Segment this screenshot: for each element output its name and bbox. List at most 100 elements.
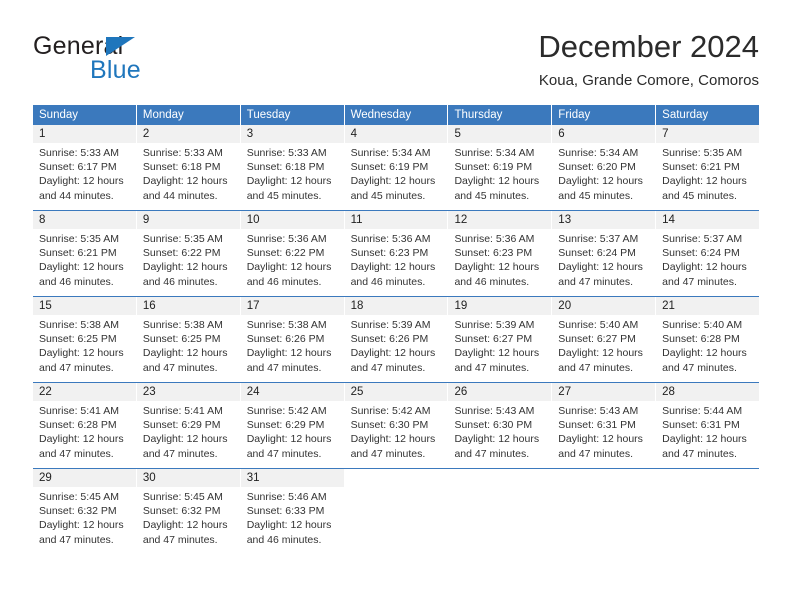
daylight-text-line1: Daylight: 12 hours bbox=[454, 261, 540, 274]
sunrise-text: Sunrise: 5:35 AM bbox=[142, 233, 223, 245]
day-details: Sunrise: 5:34 AM Sunset: 6:19 PM Dayligh… bbox=[448, 143, 551, 203]
daylight-text-line1: Daylight: 12 hours bbox=[142, 175, 228, 188]
daylight-text-line2: and 45 minutes. bbox=[350, 189, 426, 202]
day-number: 8 bbox=[33, 211, 136, 229]
daylight-text-line2: and 47 minutes. bbox=[558, 447, 634, 460]
day-details: Sunrise: 5:46 AM Sunset: 6:33 PM Dayligh… bbox=[241, 487, 344, 547]
day-details: Sunrise: 5:35 AM Sunset: 6:21 PM Dayligh… bbox=[33, 229, 136, 289]
day-cell[interactable]: 13 Sunrise: 5:37 AM Sunset: 6:24 PM Dayl… bbox=[552, 211, 657, 296]
day-details: Sunrise: 5:35 AM Sunset: 6:22 PM Dayligh… bbox=[137, 229, 240, 289]
day-cell[interactable]: 30 Sunrise: 5:45 AM Sunset: 6:32 PM Dayl… bbox=[136, 469, 241, 554]
day-cell[interactable]: 16 Sunrise: 5:38 AM Sunset: 6:25 PM Dayl… bbox=[136, 297, 241, 382]
day-cell[interactable]: 5 Sunrise: 5:34 AM Sunset: 6:19 PM Dayli… bbox=[448, 125, 553, 210]
day-cell[interactable]: 26 Sunrise: 5:43 AM Sunset: 6:30 PM Dayl… bbox=[448, 383, 553, 468]
day-cell[interactable]: 20 Sunrise: 5:40 AM Sunset: 6:27 PM Dayl… bbox=[552, 297, 657, 382]
day-cell[interactable]: 3 Sunrise: 5:33 AM Sunset: 6:18 PM Dayli… bbox=[240, 125, 345, 210]
sunset-text: Sunset: 6:19 PM bbox=[454, 161, 533, 174]
daylight-text-line2: and 47 minutes. bbox=[350, 447, 426, 460]
daylight-text-line2: and 47 minutes. bbox=[246, 361, 322, 374]
day-cell[interactable]: 19 Sunrise: 5:39 AM Sunset: 6:27 PM Dayl… bbox=[448, 297, 553, 382]
calendar-grid: Sunday Monday Tuesday Wednesday Thursday… bbox=[33, 105, 760, 554]
day-cell[interactable]: 25 Sunrise: 5:42 AM Sunset: 6:30 PM Dayl… bbox=[344, 383, 449, 468]
sunrise-text: Sunrise: 5:36 AM bbox=[246, 233, 327, 245]
daylight-text-line2: and 46 minutes. bbox=[39, 275, 114, 288]
day-cell[interactable]: 14 Sunrise: 5:37 AM Sunset: 6:24 PM Dayl… bbox=[656, 211, 760, 296]
general-blue-logo[interactable]: General Blue bbox=[33, 32, 253, 90]
day-details: Sunrise: 5:39 AM Sunset: 6:27 PM Dayligh… bbox=[448, 315, 551, 375]
daylight-text-line2: and 46 minutes. bbox=[454, 275, 530, 288]
daylight-text-line1: Daylight: 12 hours bbox=[39, 261, 124, 274]
day-cell[interactable]: 23 Sunrise: 5:41 AM Sunset: 6:29 PM Dayl… bbox=[136, 383, 241, 468]
sunset-text: Sunset: 6:28 PM bbox=[662, 333, 740, 346]
day-details: Sunrise: 5:37 AM Sunset: 6:24 PM Dayligh… bbox=[552, 229, 655, 289]
day-cell[interactable]: 18 Sunrise: 5:39 AM Sunset: 6:26 PM Dayl… bbox=[344, 297, 449, 382]
sunrise-text: Sunrise: 5:34 AM bbox=[350, 147, 431, 159]
sunset-text: Sunset: 6:22 PM bbox=[246, 247, 325, 260]
day-cell[interactable]: 15 Sunrise: 5:38 AM Sunset: 6:25 PM Dayl… bbox=[33, 297, 137, 382]
weekday-header-thursday: Thursday bbox=[448, 105, 553, 125]
day-number: 24 bbox=[240, 383, 344, 401]
sunset-text: Sunset: 6:25 PM bbox=[142, 333, 221, 346]
daylight-text-line1: Daylight: 12 hours bbox=[350, 261, 436, 274]
sunrise-text: Sunrise: 5:35 AM bbox=[39, 233, 119, 245]
day-cell-empty bbox=[344, 469, 449, 554]
daylight-text-line2: and 45 minutes. bbox=[454, 189, 530, 202]
sunrise-text: Sunrise: 5:38 AM bbox=[246, 319, 327, 331]
day-cell[interactable]: 24 Sunrise: 5:42 AM Sunset: 6:29 PM Dayl… bbox=[240, 383, 345, 468]
day-cell[interactable]: 7 Sunrise: 5:35 AM Sunset: 6:21 PM Dayli… bbox=[656, 125, 760, 210]
sunset-text: Sunset: 6:32 PM bbox=[142, 505, 221, 518]
day-cell[interactable]: 9 Sunrise: 5:35 AM Sunset: 6:22 PM Dayli… bbox=[136, 211, 241, 296]
day-number: 2 bbox=[136, 125, 240, 143]
daylight-text-line1: Daylight: 12 hours bbox=[662, 175, 747, 188]
day-details: Sunrise: 5:41 AM Sunset: 6:29 PM Dayligh… bbox=[137, 401, 240, 461]
day-details: Sunrise: 5:41 AM Sunset: 6:28 PM Dayligh… bbox=[33, 401, 136, 461]
day-cell[interactable]: 2 Sunrise: 5:33 AM Sunset: 6:18 PM Dayli… bbox=[136, 125, 241, 210]
daylight-text-line2: and 46 minutes. bbox=[142, 275, 218, 288]
daylight-text-line2: and 46 minutes. bbox=[246, 275, 322, 288]
day-cell[interactable]: 17 Sunrise: 5:38 AM Sunset: 6:26 PM Dayl… bbox=[240, 297, 345, 382]
day-details: Sunrise: 5:40 AM Sunset: 6:27 PM Dayligh… bbox=[552, 315, 655, 375]
daylight-text-line2: and 47 minutes. bbox=[454, 447, 530, 460]
day-details: Sunrise: 5:43 AM Sunset: 6:30 PM Dayligh… bbox=[448, 401, 551, 461]
day-cell[interactable]: 31 Sunrise: 5:46 AM Sunset: 6:33 PM Dayl… bbox=[240, 469, 345, 554]
sunset-text: Sunset: 6:27 PM bbox=[454, 333, 533, 346]
day-cell[interactable]: 27 Sunrise: 5:43 AM Sunset: 6:31 PM Dayl… bbox=[552, 383, 657, 468]
day-cell[interactable]: 28 Sunrise: 5:44 AM Sunset: 6:31 PM Dayl… bbox=[656, 383, 760, 468]
daylight-text-line2: and 47 minutes. bbox=[350, 361, 426, 374]
day-cell[interactable]: 6 Sunrise: 5:34 AM Sunset: 6:20 PM Dayli… bbox=[552, 125, 657, 210]
day-number: 1 bbox=[33, 125, 136, 143]
daylight-text-line2: and 47 minutes. bbox=[39, 447, 114, 460]
day-cell[interactable]: 22 Sunrise: 5:41 AM Sunset: 6:28 PM Dayl… bbox=[33, 383, 137, 468]
sunrise-text: Sunrise: 5:37 AM bbox=[662, 233, 743, 245]
sunrise-text: Sunrise: 5:42 AM bbox=[246, 405, 327, 417]
daylight-text-line1: Daylight: 12 hours bbox=[39, 347, 124, 360]
daylight-text-line1: Daylight: 12 hours bbox=[246, 433, 332, 446]
sunrise-text: Sunrise: 5:40 AM bbox=[662, 319, 743, 331]
day-cell[interactable]: 10 Sunrise: 5:36 AM Sunset: 6:22 PM Dayl… bbox=[240, 211, 345, 296]
day-cell-empty bbox=[448, 469, 553, 554]
sunset-text: Sunset: 6:28 PM bbox=[39, 419, 117, 432]
day-cell-empty bbox=[552, 469, 657, 554]
daylight-text-line2: and 47 minutes. bbox=[662, 447, 737, 460]
day-cell[interactable]: 21 Sunrise: 5:40 AM Sunset: 6:28 PM Dayl… bbox=[656, 297, 760, 382]
day-cell[interactable]: 29 Sunrise: 5:45 AM Sunset: 6:32 PM Dayl… bbox=[33, 469, 137, 554]
day-cell[interactable]: 11 Sunrise: 5:36 AM Sunset: 6:23 PM Dayl… bbox=[344, 211, 449, 296]
day-cell[interactable]: 12 Sunrise: 5:36 AM Sunset: 6:23 PM Dayl… bbox=[448, 211, 553, 296]
daylight-text-line2: and 45 minutes. bbox=[558, 189, 634, 202]
daylight-text-line2: and 47 minutes. bbox=[39, 533, 114, 546]
day-number bbox=[344, 469, 448, 487]
daylight-text-line2: and 44 minutes. bbox=[142, 189, 218, 202]
day-number: 19 bbox=[448, 297, 552, 315]
sunset-text: Sunset: 6:18 PM bbox=[142, 161, 221, 174]
week-row: 22 Sunrise: 5:41 AM Sunset: 6:28 PM Dayl… bbox=[33, 382, 760, 468]
day-cell[interactable]: 8 Sunrise: 5:35 AM Sunset: 6:21 PM Dayli… bbox=[33, 211, 137, 296]
daylight-text-line1: Daylight: 12 hours bbox=[350, 175, 436, 188]
weekday-header-monday: Monday bbox=[136, 105, 241, 125]
day-cell[interactable]: 4 Sunrise: 5:34 AM Sunset: 6:19 PM Dayli… bbox=[344, 125, 449, 210]
weekday-header-wednesday: Wednesday bbox=[344, 105, 449, 125]
sunrise-text: Sunrise: 5:39 AM bbox=[454, 319, 535, 331]
sunrise-text: Sunrise: 5:33 AM bbox=[39, 147, 119, 159]
daylight-text-line1: Daylight: 12 hours bbox=[558, 175, 643, 188]
day-cell[interactable]: 1 Sunrise: 5:33 AM Sunset: 6:17 PM Dayli… bbox=[33, 125, 137, 210]
daylight-text-line1: Daylight: 12 hours bbox=[39, 175, 124, 188]
